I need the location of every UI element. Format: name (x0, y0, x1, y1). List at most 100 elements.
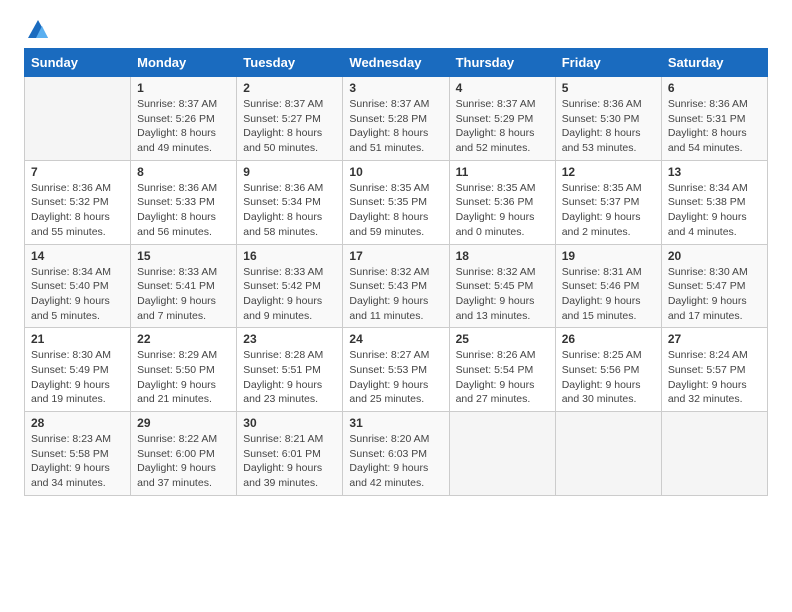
day-number: 23 (243, 332, 336, 346)
day-number: 17 (349, 249, 442, 263)
calendar-cell: 4Sunrise: 8:37 AMSunset: 5:29 PMDaylight… (449, 77, 555, 161)
day-info: Sunrise: 8:30 AMSunset: 5:47 PMDaylight:… (668, 265, 761, 324)
day-info: Sunrise: 8:36 AMSunset: 5:31 PMDaylight:… (668, 97, 761, 156)
header-thursday: Thursday (449, 49, 555, 77)
calendar-cell: 23 Sunrise: 8:28 AMSunset: 5:51 PMDayligh… (237, 328, 343, 412)
day-info: Sunrise: 8:29 AMSunset: 5:50 PMDaylight:… (137, 348, 230, 407)
calendar-cell: 29 Sunrise: 8:22 AMSunset: 6:00 PMDayligh… (131, 412, 237, 496)
calendar-body: 1 Sunrise: 8:37 AMSunset: 5:26 PMDaylight… (25, 77, 768, 496)
day-info: Sunrise: 8:26 AMSunset: 5:54 PMDaylight:… (456, 348, 549, 407)
calendar-cell (25, 77, 131, 161)
calendar-cell: 12Sunrise: 8:35 AMSunset: 5:37 PMDayligh… (555, 160, 661, 244)
day-number: 18 (456, 249, 549, 263)
calendar-cell: 13 Sunrise: 8:34 AMSunset: 5:38 PMDayligh… (661, 160, 767, 244)
calendar-cell: 14 Sunrise: 8:34 AMSunset: 5:40 PMDayligh… (25, 244, 131, 328)
day-number: 26 (562, 332, 655, 346)
calendar-cell: 3 Sunrise: 8:37 AMSunset: 5:28 PMDaylight… (343, 77, 449, 161)
calendar-cell: 10Sunrise: 8:35 AMSunset: 5:35 PMDayligh… (343, 160, 449, 244)
day-info: Sunrise: 8:37 AMSunset: 5:29 PMDaylight:… (456, 97, 549, 156)
day-number: 8 (137, 165, 230, 179)
page-header (24, 20, 768, 40)
day-number: 21 (31, 332, 124, 346)
calendar-cell: 1 Sunrise: 8:37 AMSunset: 5:26 PMDaylight… (131, 77, 237, 161)
calendar-cell: 17 Sunrise: 8:32 AMSunset: 5:43 PMDayligh… (343, 244, 449, 328)
logo-icon (28, 20, 48, 38)
day-number: 30 (243, 416, 336, 430)
day-info: Sunrise: 8:22 AMSunset: 6:00 PMDaylight:… (137, 432, 230, 491)
logo (24, 20, 48, 40)
day-info: Sunrise: 8:30 AMSunset: 5:49 PMDaylight:… (31, 348, 124, 407)
calendar-cell: 28 Sunrise: 8:23 AMSunset: 5:58 PMDayligh… (25, 412, 131, 496)
day-info: Sunrise: 8:27 AMSunset: 5:53 PMDaylight:… (349, 348, 442, 407)
day-number: 25 (456, 332, 549, 346)
day-number: 20 (668, 249, 761, 263)
day-number: 28 (31, 416, 124, 430)
calendar-cell: 30 Sunrise: 8:21 AMSunset: 6:01 PMDayligh… (237, 412, 343, 496)
day-info: Sunrise: 8:36 AMSunset: 5:32 PMDaylight:… (31, 181, 124, 240)
day-info: Sunrise: 8:23 AMSunset: 5:58 PMDaylight:… (31, 432, 124, 491)
day-info: Sunrise: 8:34 AMSunset: 5:38 PMDaylight:… (668, 181, 761, 240)
day-info: Sunrise: 8:20 AMSunset: 6:03 PMDaylight:… (349, 432, 442, 491)
calendar-cell: 15 Sunrise: 8:33 AMSunset: 5:41 PMDayligh… (131, 244, 237, 328)
day-info: Sunrise: 8:35 AMSunset: 5:36 PMDaylight:… (456, 181, 549, 240)
day-info: Sunrise: 8:33 AMSunset: 5:42 PMDaylight:… (243, 265, 336, 324)
day-info: Sunrise: 8:37 AMSunset: 5:28 PMDaylight:… (349, 97, 442, 156)
day-number: 19 (562, 249, 655, 263)
day-info: Sunrise: 8:21 AMSunset: 6:01 PMDaylight:… (243, 432, 336, 491)
day-number: 1 (137, 81, 230, 95)
calendar-cell: 21 Sunrise: 8:30 AMSunset: 5:49 PMDayligh… (25, 328, 131, 412)
calendar-cell: 16 Sunrise: 8:33 AMSunset: 5:42 PMDayligh… (237, 244, 343, 328)
calendar-cell: 9 Sunrise: 8:36 AMSunset: 5:34 PMDaylight… (237, 160, 343, 244)
calendar-cell (555, 412, 661, 496)
header-tuesday: Tuesday (237, 49, 343, 77)
day-info: Sunrise: 8:28 AMSunset: 5:51 PMDaylight:… (243, 348, 336, 407)
day-number: 29 (137, 416, 230, 430)
week-row-4: 28 Sunrise: 8:23 AMSunset: 5:58 PMDayligh… (25, 412, 768, 496)
week-row-3: 21 Sunrise: 8:30 AMSunset: 5:49 PMDayligh… (25, 328, 768, 412)
day-info: Sunrise: 8:36 AMSunset: 5:33 PMDaylight:… (137, 181, 230, 240)
calendar-cell: 31 Sunrise: 8:20 AMSunset: 6:03 PMDayligh… (343, 412, 449, 496)
week-row-1: 7Sunrise: 8:36 AMSunset: 5:32 PMDaylight… (25, 160, 768, 244)
day-number: 31 (349, 416, 442, 430)
header-wednesday: Wednesday (343, 49, 449, 77)
calendar-cell: 20 Sunrise: 8:30 AMSunset: 5:47 PMDayligh… (661, 244, 767, 328)
calendar-cell: 26 Sunrise: 8:25 AMSunset: 5:56 PMDayligh… (555, 328, 661, 412)
day-info: Sunrise: 8:36 AMSunset: 5:34 PMDaylight:… (243, 181, 336, 240)
day-number: 5 (562, 81, 655, 95)
day-number: 9 (243, 165, 336, 179)
calendar-cell: 2Sunrise: 8:37 AMSunset: 5:27 PMDaylight… (237, 77, 343, 161)
day-info: Sunrise: 8:31 AMSunset: 5:46 PMDaylight:… (562, 265, 655, 324)
day-info: Sunrise: 8:32 AMSunset: 5:43 PMDaylight:… (349, 265, 442, 324)
day-number: 15 (137, 249, 230, 263)
header-sunday: Sunday (25, 49, 131, 77)
week-row-0: 1 Sunrise: 8:37 AMSunset: 5:26 PMDaylight… (25, 77, 768, 161)
day-info: Sunrise: 8:33 AMSunset: 5:41 PMDaylight:… (137, 265, 230, 324)
header-row: SundayMondayTuesdayWednesdayThursdayFrid… (25, 49, 768, 77)
day-number: 13 (668, 165, 761, 179)
day-info: Sunrise: 8:35 AMSunset: 5:37 PMDaylight:… (562, 181, 655, 240)
calendar-cell: 18Sunrise: 8:32 AMSunset: 5:45 PMDayligh… (449, 244, 555, 328)
day-number: 14 (31, 249, 124, 263)
calendar-cell: 24 Sunrise: 8:27 AMSunset: 5:53 PMDayligh… (343, 328, 449, 412)
header-friday: Friday (555, 49, 661, 77)
calendar-cell: 5 Sunrise: 8:36 AMSunset: 5:30 PMDaylight… (555, 77, 661, 161)
calendar-cell: 25 Sunrise: 8:26 AMSunset: 5:54 PMDayligh… (449, 328, 555, 412)
day-info: Sunrise: 8:34 AMSunset: 5:40 PMDaylight:… (31, 265, 124, 324)
calendar-cell: 22 Sunrise: 8:29 AMSunset: 5:50 PMDayligh… (131, 328, 237, 412)
day-number: 27 (668, 332, 761, 346)
day-number: 3 (349, 81, 442, 95)
header-monday: Monday (131, 49, 237, 77)
calendar-cell: 8 Sunrise: 8:36 AMSunset: 5:33 PMDaylight… (131, 160, 237, 244)
day-info: Sunrise: 8:36 AMSunset: 5:30 PMDaylight:… (562, 97, 655, 156)
day-number: 6 (668, 81, 761, 95)
day-number: 16 (243, 249, 336, 263)
calendar-table: SundayMondayTuesdayWednesdayThursdayFrid… (24, 48, 768, 496)
day-info: Sunrise: 8:24 AMSunset: 5:57 PMDaylight:… (668, 348, 761, 407)
day-number: 24 (349, 332, 442, 346)
calendar-cell: 7Sunrise: 8:36 AMSunset: 5:32 PMDaylight… (25, 160, 131, 244)
day-number: 10 (349, 165, 442, 179)
day-info: Sunrise: 8:37 AMSunset: 5:26 PMDaylight:… (137, 97, 230, 156)
day-number: 22 (137, 332, 230, 346)
day-info: Sunrise: 8:37 AMSunset: 5:27 PMDaylight:… (243, 97, 336, 156)
day-info: Sunrise: 8:25 AMSunset: 5:56 PMDaylight:… (562, 348, 655, 407)
